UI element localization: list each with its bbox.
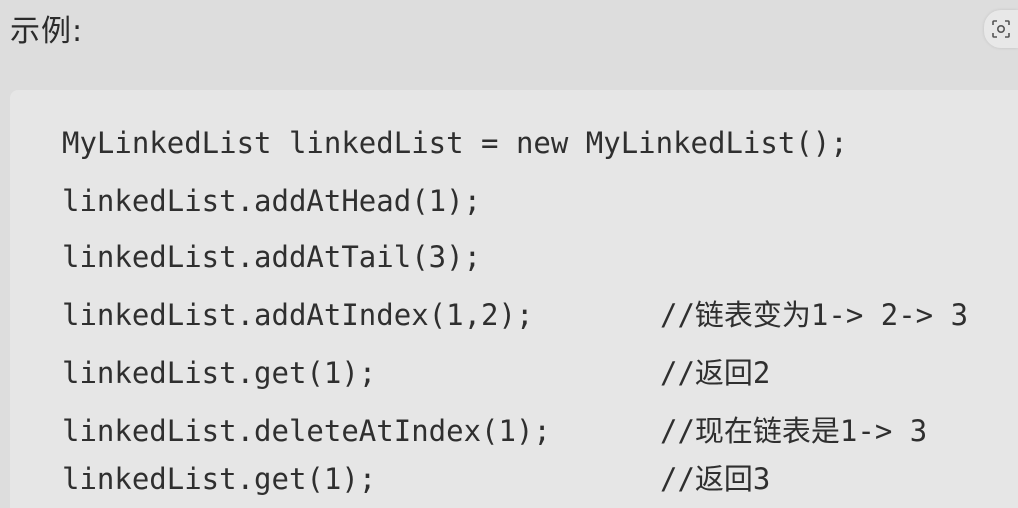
page: 示例: MyLinkedList linkedList = new MyLink…	[0, 0, 1018, 508]
code-line: linkedList.get(1); //返回2	[62, 344, 770, 402]
code-comment: //返回3	[660, 462, 771, 496]
code-statement: linkedList.addAtHead(1);	[62, 184, 482, 218]
section-heading: 示例:	[10, 14, 84, 49]
code-line: linkedList.addAtTail(3);	[62, 228, 481, 286]
code-statement: linkedList.addAtTail(3);	[62, 240, 482, 274]
code-statement: linkedList.get(1);	[62, 462, 377, 496]
code-statement: linkedList.addAtIndex(1,2);	[62, 298, 534, 332]
code-line: linkedList.get(1); //返回3	[62, 450, 770, 508]
code-line: linkedList.addAtIndex(1,2); //链表变为1-> 2-…	[62, 286, 968, 344]
code-line: MyLinkedList linkedList = new MyLinkedLi…	[62, 114, 848, 172]
code-statement: linkedList.get(1);	[62, 356, 377, 390]
scan-button[interactable]	[984, 10, 1018, 48]
code-statement: MyLinkedList linkedList = new MyLinkedLi…	[62, 126, 848, 160]
code-line: linkedList.addAtHead(1);	[62, 172, 481, 230]
code-block: MyLinkedList linkedList = new MyLinkedLi…	[10, 90, 1018, 508]
code-comment: //返回2	[660, 356, 771, 390]
scan-icon	[992, 20, 1010, 38]
code-comment: //链表变为1-> 2-> 3	[660, 298, 969, 332]
